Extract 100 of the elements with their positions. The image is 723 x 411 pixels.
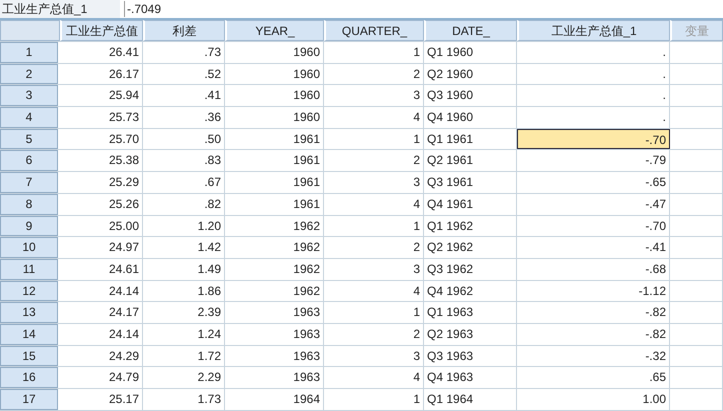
row-number[interactable]: 13: [0, 302, 58, 323]
table-cell[interactable]: 1962: [225, 280, 324, 302]
table-cell[interactable]: 24.14: [60, 324, 143, 345]
row-number[interactable]: 9: [0, 216, 58, 236]
row-number[interactable]: 6: [0, 150, 58, 172]
table-cell[interactable]: 1: [324, 302, 424, 323]
row-number[interactable]: 3: [0, 85, 58, 106]
table-cell[interactable]: 2.29: [143, 367, 225, 388]
table-cell[interactable]: .73: [143, 42, 225, 63]
table-cell[interactable]: 4: [324, 107, 424, 128]
table-cell[interactable]: .83: [143, 150, 225, 172]
row-number[interactable]: 11: [0, 258, 58, 280]
table-cell[interactable]: 1961: [225, 150, 324, 172]
table-cell[interactable]: .36: [143, 107, 225, 128]
table-cell[interactable]: 3: [324, 346, 424, 366]
row-number[interactable]: 2: [0, 64, 58, 84]
row-number[interactable]: 17: [0, 389, 58, 410]
table-cell[interactable]: .: [517, 85, 670, 106]
table-cell[interactable]: Q2 1961: [424, 150, 517, 172]
table-cell[interactable]: Q3 1963: [424, 346, 517, 366]
row-number[interactable]: 16: [0, 367, 58, 388]
column-header[interactable]: QUARTER_: [324, 20, 424, 41]
row-number[interactable]: 8: [0, 194, 58, 214]
table-cell[interactable]: 24.79: [60, 367, 143, 388]
column-header[interactable]: YEAR_: [225, 20, 324, 41]
table-cell[interactable]: Q2 1962: [424, 237, 517, 258]
table-cell[interactable]: 1963: [225, 346, 324, 366]
table-cell[interactable]: .: [517, 64, 670, 84]
table-cell[interactable]: -.82: [517, 302, 670, 323]
row-number[interactable]: 7: [0, 172, 58, 193]
table-cell[interactable]: 26.17: [60, 64, 143, 84]
table-cell[interactable]: 2: [324, 324, 424, 345]
table-cell[interactable]: 4: [324, 367, 424, 388]
table-cell[interactable]: 1: [324, 216, 424, 236]
table-cell[interactable]: 25.17: [60, 389, 143, 410]
table-cell[interactable]: .41: [143, 85, 225, 106]
table-cell[interactable]: 1.24: [143, 324, 225, 345]
table-cell[interactable]: Q3 1962: [424, 258, 517, 280]
table-cell[interactable]: -.79: [517, 150, 670, 172]
row-number[interactable]: 15: [0, 346, 58, 366]
table-cell[interactable]: Q2 1960: [424, 64, 517, 84]
table-cell[interactable]: -.70: [517, 216, 670, 236]
table-cell[interactable]: Q4 1961: [424, 194, 517, 214]
table-cell[interactable]: .67: [143, 172, 225, 193]
table-cell[interactable]: 1963: [225, 302, 324, 323]
table-cell[interactable]: 1.42: [143, 237, 225, 258]
table-cell[interactable]: -.82: [517, 324, 670, 345]
table-cell[interactable]: .82: [143, 194, 225, 214]
table-cell[interactable]: 24.14: [60, 280, 143, 302]
row-number[interactable]: 10: [0, 237, 58, 258]
column-header[interactable]: 工业生产总值: [60, 20, 143, 41]
table-cell[interactable]: 1960: [225, 64, 324, 84]
table-cell[interactable]: Q1 1960: [424, 42, 517, 63]
table-cell[interactable]: 3: [324, 85, 424, 106]
table-cell[interactable]: 1.86: [143, 280, 225, 302]
table-cell[interactable]: 25.73: [60, 107, 143, 128]
table-cell[interactable]: 2: [324, 150, 424, 172]
column-header[interactable]: 工业生产总值_1: [517, 20, 670, 41]
table-cell[interactable]: .: [517, 107, 670, 128]
table-cell[interactable]: 1964: [225, 389, 324, 410]
table-cell[interactable]: 25.29: [60, 172, 143, 193]
row-number[interactable]: 4: [0, 107, 58, 128]
table-cell[interactable]: -.68: [517, 258, 670, 280]
table-cell[interactable]: Q1 1962: [424, 216, 517, 236]
table-cell[interactable]: Q3 1960: [424, 85, 517, 106]
table-cell[interactable]: 1.73: [143, 389, 225, 410]
table-cell[interactable]: 1: [324, 389, 424, 410]
table-cell[interactable]: Q2 1963: [424, 324, 517, 345]
table-cell[interactable]: Q4 1960: [424, 107, 517, 128]
table-cell[interactable]: .: [517, 42, 670, 63]
table-cell[interactable]: 1: [324, 128, 424, 150]
table-cell[interactable]: 25.38: [60, 150, 143, 172]
table-cell[interactable]: 1: [324, 42, 424, 63]
table-cell[interactable]: 1.20: [143, 216, 225, 236]
table-cell[interactable]: 1963: [225, 367, 324, 388]
column-header[interactable]: 利差: [143, 20, 225, 41]
table-cell[interactable]: 3: [324, 258, 424, 280]
table-cell[interactable]: 24.97: [60, 237, 143, 258]
table-cell[interactable]: 1963: [225, 324, 324, 345]
table-cell[interactable]: -1.12: [517, 280, 670, 302]
table-cell[interactable]: Q3 1961: [424, 172, 517, 193]
row-number[interactable]: 14: [0, 324, 58, 345]
table-cell[interactable]: 1962: [225, 216, 324, 236]
table-cell[interactable]: 26.41: [60, 42, 143, 63]
table-cell[interactable]: 1960: [225, 107, 324, 128]
table-cell[interactable]: 1.49: [143, 258, 225, 280]
table-cell[interactable]: .52: [143, 64, 225, 84]
table-cell[interactable]: 2: [324, 64, 424, 84]
table-cell[interactable]: 4: [324, 194, 424, 214]
table-cell[interactable]: 2: [324, 237, 424, 258]
column-header[interactable]: DATE_: [424, 20, 517, 41]
table-cell[interactable]: 1.72: [143, 346, 225, 366]
row-number[interactable]: 12: [0, 280, 58, 302]
table-cell[interactable]: 3: [324, 172, 424, 193]
table-cell[interactable]: 1961: [225, 128, 324, 150]
table-cell[interactable]: -.32: [517, 346, 670, 366]
table-cell[interactable]: Q4 1962: [424, 280, 517, 302]
table-cell[interactable]: 1962: [225, 237, 324, 258]
row-number[interactable]: 1: [0, 42, 58, 63]
table-cell[interactable]: 24.29: [60, 346, 143, 366]
